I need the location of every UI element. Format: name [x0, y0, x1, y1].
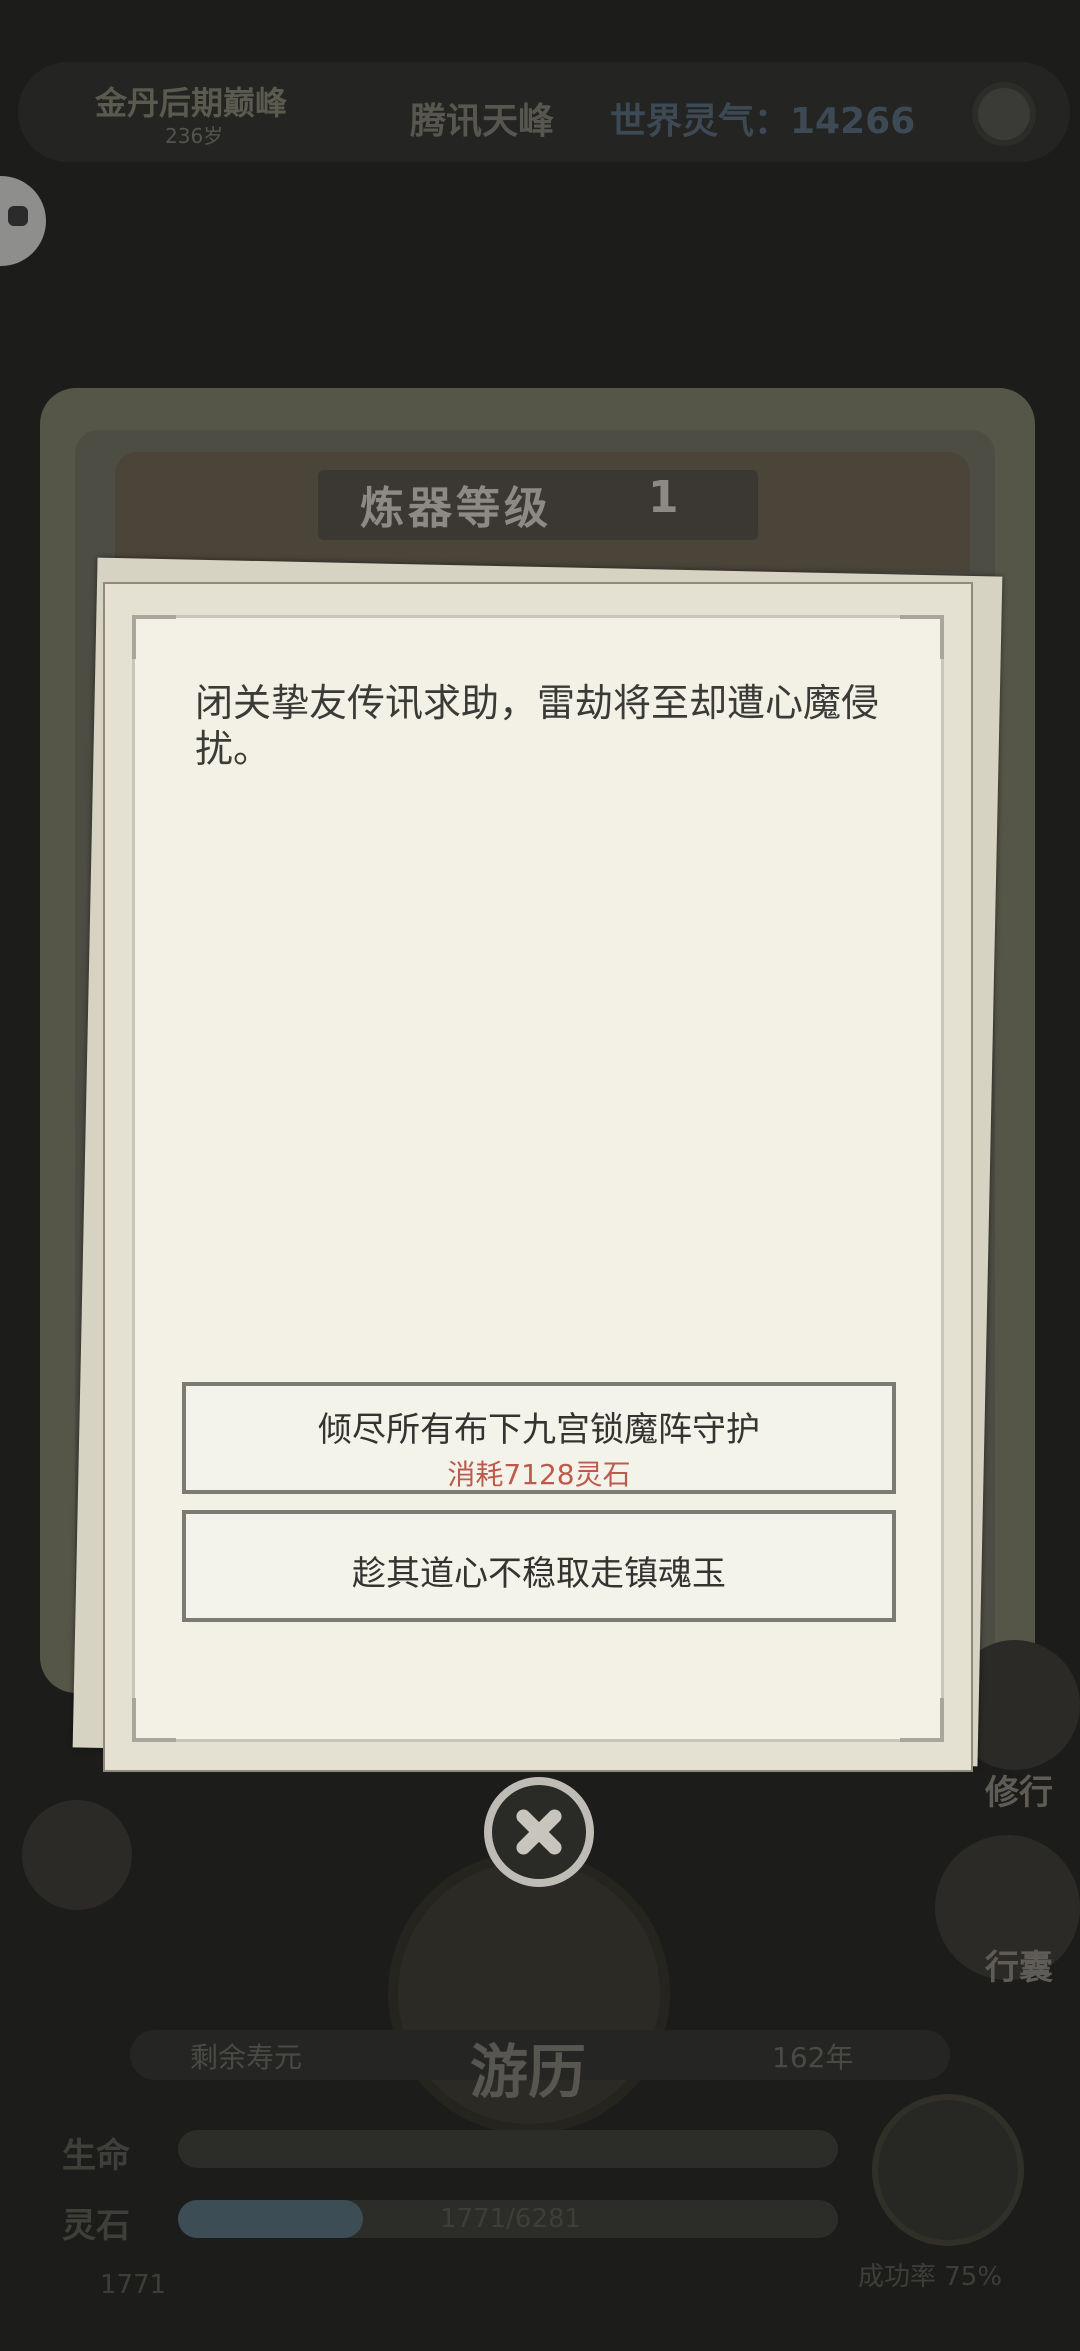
life-label: 生命: [62, 2136, 130, 2176]
pack-label: 行囊: [985, 1948, 1053, 1988]
success-rate: 成功率 75%: [858, 2262, 1003, 2292]
choice-label: 趁其道心不稳取走镇魂玉: [352, 1554, 726, 1594]
level-value: 1: [648, 472, 679, 523]
remaining-life-label: 剩余寿元: [190, 2041, 303, 2074]
event-message: 闭关挚友传讯求助，雷劫将至却遭心魔侵扰。: [195, 681, 880, 771]
coin-count: 1771: [100, 2270, 167, 2300]
life-bar: [178, 2130, 838, 2168]
cultivate-label: 修行: [985, 1773, 1053, 1813]
refine-button[interactable]: [22, 1800, 132, 1910]
corner-ornament: [900, 615, 944, 659]
chat-icon[interactable]: [0, 176, 46, 266]
player-title: 金丹后期巅峰: [95, 84, 288, 122]
world-qi: 世界灵气：14266: [610, 101, 916, 142]
choice-cost: 消耗7128灵石: [447, 1458, 631, 1491]
travel-label: 游历: [470, 2038, 587, 2106]
choice-protect-button[interactable]: 倾尽所有布下九宫锁魔阵守护 消耗7128灵石: [182, 1382, 896, 1494]
player-age: 236岁: [165, 124, 224, 148]
spirit-stone-label: 灵石: [62, 2206, 130, 2246]
gear-icon[interactable]: [978, 88, 1030, 140]
corner-ornament: [132, 1698, 176, 1742]
spirit-stone-bar-fill: [178, 2200, 363, 2238]
level-label: 炼器等级: [360, 483, 552, 534]
choice-steal-button[interactable]: 趁其道心不稳取走镇魂玉: [182, 1510, 896, 1622]
realm-name: 腾讯天峰: [410, 101, 555, 142]
spirit-stone-value: 1771/6281: [440, 2204, 582, 2234]
corner-ornament: [900, 1698, 944, 1742]
breakthrough-button[interactable]: [878, 2100, 1018, 2240]
corner-ornament: [132, 615, 176, 659]
choice-label: 倾尽所有布下九宫锁魔阵守护: [318, 1410, 760, 1450]
remaining-years: 162年: [772, 2041, 854, 2074]
close-icon[interactable]: [484, 1777, 594, 1887]
